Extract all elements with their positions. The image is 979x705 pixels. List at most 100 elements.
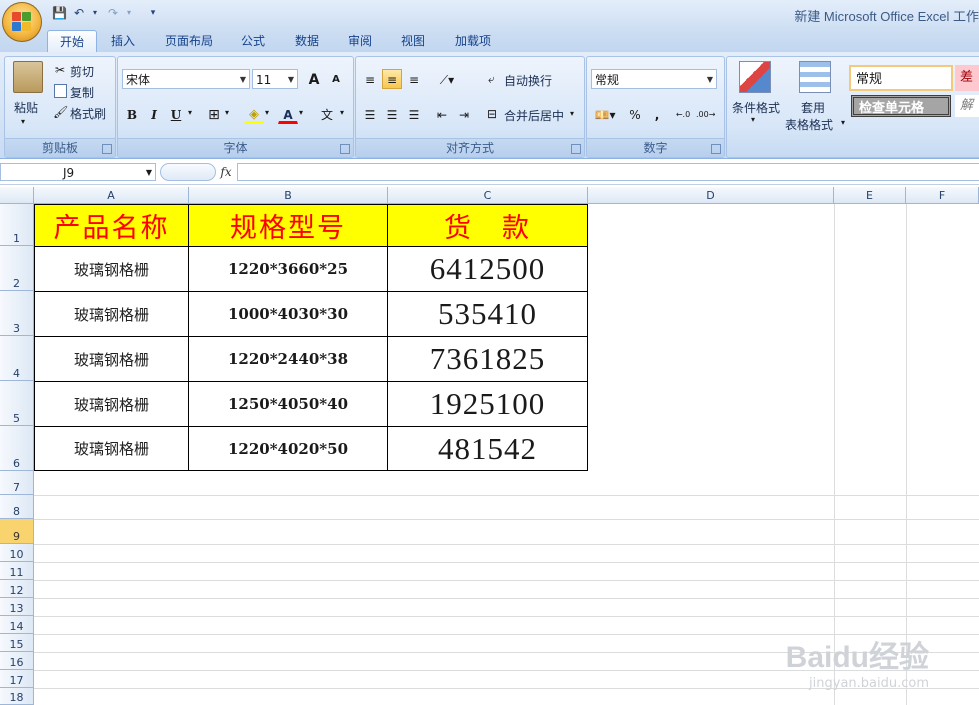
style-normal[interactable]: 常规 — [849, 65, 953, 91]
font-name-combo[interactable]: 宋体 ▼ — [122, 69, 250, 89]
table-cell[interactable]: 7361825 — [387, 336, 588, 382]
header-cell-product[interactable]: 产品名称 — [34, 204, 189, 247]
column-header-f[interactable]: F — [906, 187, 979, 204]
increase-indent-icon[interactable]: ⇥ — [454, 104, 474, 124]
align-middle-icon[interactable]: ≡ — [382, 69, 402, 89]
header-cell-amount[interactable]: 货 款 — [387, 204, 588, 247]
borders-dropdown-icon[interactable]: ▾ — [225, 108, 229, 117]
number-launcher-icon[interactable] — [711, 144, 721, 154]
row-header-4[interactable]: 4 — [0, 336, 34, 381]
currency-icon[interactable]: 💴▾ — [591, 104, 619, 124]
save-icon[interactable]: 💾 — [52, 6, 67, 20]
format-painter-button[interactable]: 格式刷 — [70, 105, 106, 122]
table-cell[interactable]: 玻璃钢格栅 — [34, 426, 189, 471]
row-header-6[interactable]: 6 — [0, 426, 34, 471]
tab-insert[interactable]: 插入 — [103, 30, 143, 52]
table-cell[interactable]: 535410 — [387, 291, 588, 337]
row-header-7[interactable]: 7 — [0, 471, 34, 495]
row-header-14[interactable]: 14 — [0, 616, 34, 634]
table-cell[interactable]: 玻璃钢格栅 — [34, 336, 189, 382]
table-cell[interactable]: 481542 — [387, 426, 588, 471]
header-cell-spec[interactable]: 规格型号 — [188, 204, 388, 247]
row-header-11[interactable]: 11 — [0, 562, 34, 580]
decrease-indent-icon[interactable]: ⇤ — [432, 104, 452, 124]
increase-decimal-icon[interactable]: ←.0 — [673, 104, 693, 124]
row-header-10[interactable]: 10 — [0, 544, 34, 562]
tab-page-layout[interactable]: 页面布局 — [158, 30, 220, 52]
row-header-18[interactable]: 18 — [0, 688, 34, 705]
row-header-8[interactable]: 8 — [0, 495, 34, 519]
align-top-icon[interactable]: ≡ — [360, 69, 380, 89]
alignment-launcher-icon[interactable] — [571, 144, 581, 154]
name-box[interactable]: J9 ▼ — [0, 163, 156, 181]
column-header-e[interactable]: E — [834, 187, 906, 204]
tab-addins[interactable]: 加载项 — [448, 30, 498, 52]
row-header-15[interactable]: 15 — [0, 634, 34, 652]
font-launcher-icon[interactable] — [340, 144, 350, 154]
redo-dropdown-icon[interactable]: ▾ — [122, 6, 136, 20]
merge-center-button[interactable]: 合并后居中 — [504, 107, 564, 124]
tab-formulas[interactable]: 公式 — [233, 30, 273, 52]
customize-qat-icon[interactable]: ▾ — [146, 6, 160, 20]
redo-icon[interactable]: ↷ — [106, 6, 120, 20]
column-header-b[interactable]: B — [189, 187, 388, 204]
fill-color-icon[interactable]: ◈ — [244, 104, 264, 124]
conditional-format-button[interactable]: 条件格式 — [732, 99, 780, 116]
row-header-2[interactable]: 2 — [0, 246, 34, 291]
office-button[interactable] — [2, 2, 42, 42]
font-size-combo[interactable]: 11 ▼ — [252, 69, 298, 89]
borders-icon[interactable]: ⊞ — [204, 104, 224, 124]
paste-button[interactable]: 粘贴 — [14, 99, 38, 116]
table-cell[interactable]: 玻璃钢格栅 — [34, 291, 189, 337]
tab-home[interactable]: 开始 — [47, 30, 97, 53]
table-cell[interactable]: 1220*3660*25 — [188, 246, 388, 292]
table-cell[interactable]: 1000*4030*30 — [188, 291, 388, 337]
font-color-icon[interactable]: A — [278, 104, 298, 124]
number-format-combo[interactable]: 常规 ▼ — [591, 69, 717, 89]
row-header-12[interactable]: 12 — [0, 580, 34, 598]
fill-color-dropdown-icon[interactable]: ▾ — [265, 108, 269, 117]
align-right-icon[interactable]: ☰ — [404, 104, 424, 124]
style-explanatory[interactable]: 解 — [955, 95, 979, 117]
paste-dropdown-icon[interactable]: ▾ — [21, 117, 25, 126]
style-check-cell[interactable]: 检查单元格 — [851, 95, 951, 117]
style-bad[interactable]: 差 — [955, 65, 979, 91]
merge-dropdown-icon[interactable]: ▾ — [570, 109, 574, 118]
underline-dropdown-icon[interactable]: ▾ — [188, 108, 192, 117]
insert-function-icon[interactable]: fx — [216, 163, 236, 181]
tab-data[interactable]: 数据 — [287, 30, 327, 52]
undo-dropdown-icon[interactable]: ▾ — [88, 6, 102, 20]
comma-button[interactable]: , — [647, 104, 667, 124]
copy-button[interactable]: 复制 — [70, 84, 94, 101]
table-cell[interactable]: 1220*2440*38 — [188, 336, 388, 382]
row-header-9[interactable]: 9 — [0, 519, 34, 544]
row-header-16[interactable]: 16 — [0, 652, 34, 670]
align-left-icon[interactable]: ☰ — [360, 104, 380, 124]
row-header-1[interactable]: 1 — [0, 204, 34, 246]
row-header-17[interactable]: 17 — [0, 670, 34, 688]
align-bottom-icon[interactable]: ≡ — [404, 69, 424, 89]
column-header-a[interactable]: A — [34, 187, 189, 204]
tab-view[interactable]: 视图 — [393, 30, 433, 52]
percent-button[interactable]: % — [625, 104, 645, 124]
table-cell[interactable]: 1220*4020*50 — [188, 426, 388, 471]
cut-button[interactable]: 剪切 — [70, 63, 94, 80]
phonetic-guide-icon[interactable]: 文 — [314, 104, 340, 124]
format-as-table-dropdown-icon[interactable]: ▾ — [841, 118, 845, 127]
row-header-5[interactable]: 5 — [0, 381, 34, 426]
shrink-font-button[interactable]: A — [326, 69, 346, 89]
wrap-text-button[interactable]: 自动换行 — [504, 72, 552, 89]
formula-input[interactable] — [237, 163, 979, 181]
chevron-down-icon[interactable]: ▼ — [146, 164, 152, 182]
table-cell[interactable]: 6412500 — [387, 246, 588, 292]
table-cell[interactable]: 玻璃钢格栅 — [34, 246, 189, 292]
column-header-c[interactable]: C — [388, 187, 588, 204]
align-center-icon[interactable]: ☰ — [382, 104, 402, 124]
underline-button[interactable]: U — [166, 104, 186, 124]
phonetic-dropdown-icon[interactable]: ▾ — [340, 108, 344, 117]
italic-button[interactable]: I — [144, 104, 164, 124]
format-as-table-button-line2[interactable]: 表格格式 — [785, 116, 833, 133]
table-cell[interactable]: 1250*4050*40 — [188, 381, 388, 427]
conditional-dropdown-icon[interactable]: ▾ — [751, 115, 755, 124]
formula-bar-divider-handle[interactable] — [160, 163, 216, 181]
